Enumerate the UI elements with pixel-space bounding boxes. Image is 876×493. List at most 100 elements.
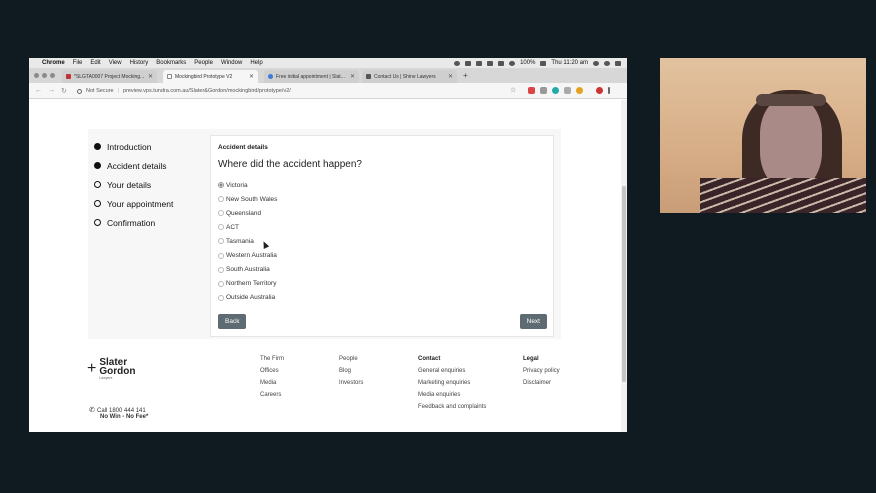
option-western-australia[interactable]: Western Australia xyxy=(218,248,277,262)
radio-button[interactable] xyxy=(218,294,224,301)
address-bar: ← → ↻ Not Secure | preview.vps.tundra.co… xyxy=(29,83,627,99)
profile-avatar[interactable] xyxy=(596,87,603,94)
clock[interactable]: Thu 11:20 am xyxy=(551,60,588,66)
close-tab-icon[interactable]: ✕ xyxy=(249,73,254,80)
footer-link-careers[interactable]: Careers xyxy=(260,392,284,404)
reload-icon[interactable]: ↻ xyxy=(61,87,67,95)
extension-red-icon[interactable] xyxy=(528,87,535,94)
info-icon[interactable] xyxy=(77,88,82,94)
option-label: Northern Territory xyxy=(226,280,277,288)
tab-project-mockingbird[interactable]: *SLGTA0007 Project Mocking... ✕ xyxy=(62,70,157,83)
zoom-window-button[interactable] xyxy=(50,73,55,78)
radio-button[interactable] xyxy=(218,196,224,203)
footer-link-media-enquiries[interactable]: Media enquiries xyxy=(418,392,486,404)
scrollbar-thumb[interactable] xyxy=(622,186,626,382)
option-act[interactable]: ACT xyxy=(218,220,277,234)
menu-bookmarks[interactable]: Bookmarks xyxy=(156,60,186,66)
option-label: New South Wales xyxy=(226,195,278,203)
footer-link-offices[interactable]: Offices xyxy=(260,368,284,380)
no-win-no-fee: No Win - No Fee* xyxy=(100,414,149,420)
status-area: 100% Thu 11:20 am xyxy=(454,58,621,68)
search-icon[interactable] xyxy=(593,60,599,66)
option-victoria[interactable]: Victoria xyxy=(218,178,277,192)
option-new-south-wales[interactable]: New South Wales xyxy=(218,192,277,206)
step-accident-details: Accident details xyxy=(94,156,173,175)
next-button[interactable]: Next xyxy=(519,314,547,329)
battery-icon[interactable] xyxy=(540,60,547,66)
footer-link-feedback[interactable]: Feedback and complaints xyxy=(418,404,486,416)
back-arrow-icon[interactable]: ← xyxy=(35,87,42,94)
radio-button[interactable] xyxy=(218,266,224,273)
extension-yellow-icon[interactable] xyxy=(576,87,583,94)
airplay-icon[interactable] xyxy=(487,60,494,66)
upload-icon[interactable] xyxy=(476,60,483,66)
list-icon[interactable] xyxy=(615,60,621,66)
slater-gordon-logo[interactable]: + Slater Gordon Lawyers xyxy=(87,358,136,381)
close-tab-icon[interactable]: ✕ xyxy=(148,73,153,80)
step-label: Confirmation xyxy=(107,217,156,228)
bookmark-star-icon[interactable]: ☆ xyxy=(510,86,516,94)
menu-view[interactable]: View xyxy=(109,60,122,66)
menu-history[interactable]: History xyxy=(130,60,149,66)
footer-link-disclaimer[interactable]: Disclaimer xyxy=(523,380,560,392)
tab-label: Free initial appointment | Slat... xyxy=(276,73,345,80)
url-field[interactable]: Not Secure | preview.vps.tundra.com.au/S… xyxy=(77,86,527,96)
menu-people[interactable]: People xyxy=(194,60,213,66)
tab-shine-lawyers[interactable]: Contact Us | Shine Lawyers ✕ xyxy=(362,70,457,83)
new-tab-button[interactable]: + xyxy=(463,71,468,80)
footer-heading-legal: Legal xyxy=(523,356,539,362)
footer-col-people: People Blog Investors xyxy=(339,356,363,392)
minimize-window-button[interactable] xyxy=(42,73,47,78)
option-outside-australia[interactable]: Outside Australia xyxy=(218,291,277,305)
footer-link-the-firm[interactable]: The Firm xyxy=(260,356,284,368)
menu-chrome[interactable]: Chrome xyxy=(42,60,65,66)
footer-link-privacy-policy[interactable]: Privacy policy xyxy=(523,368,560,380)
extension-camera-icon[interactable] xyxy=(564,87,571,94)
menu-file[interactable]: File xyxy=(73,60,83,66)
footer-col-firm: The Firm Offices Media Careers xyxy=(260,356,284,404)
step-label: Accident details xyxy=(107,160,167,171)
footer-phone[interactable]: ✆ Call 1800 444 141 No Win - No Fee* xyxy=(89,406,148,420)
menu-help[interactable]: Help xyxy=(250,60,262,66)
tab-free-appointment[interactable]: Free initial appointment | Slat... ✕ xyxy=(264,70,359,83)
footer-link-investors[interactable]: Investors xyxy=(339,380,363,392)
back-button[interactable]: Back xyxy=(218,314,247,329)
radio-button[interactable] xyxy=(218,280,224,287)
tab-label: Contact Us | Shine Lawyers xyxy=(374,73,436,80)
extension-gray-icon[interactable] xyxy=(540,87,547,94)
radio-button[interactable] xyxy=(218,224,224,231)
step-confirmation: Confirmation xyxy=(94,213,173,232)
radio-button[interactable] xyxy=(218,182,224,189)
footer-link-media[interactable]: Media xyxy=(260,380,284,392)
bluetooth-icon[interactable] xyxy=(498,60,505,66)
tab-prototype-v2[interactable]: Mockingbird Prototype V2 ✕ xyxy=(163,70,258,83)
user-icon[interactable] xyxy=(604,60,610,66)
step-your-details: Your details xyxy=(94,175,173,194)
footer-link-blog[interactable]: Blog xyxy=(339,368,363,380)
footer-link-marketing-enquiries[interactable]: Marketing enquiries xyxy=(418,380,486,392)
close-tab-icon[interactable]: ✕ xyxy=(350,73,355,80)
close-window-button[interactable] xyxy=(34,73,39,78)
logo-line2: Gordon xyxy=(99,366,136,377)
step-label: Your details xyxy=(107,179,152,190)
browser-menu-icon[interactable] xyxy=(608,87,610,94)
mic-icon[interactable] xyxy=(454,60,461,66)
page-scrollbar[interactable] xyxy=(621,100,627,432)
footer-link-people[interactable]: People xyxy=(339,356,363,368)
option-south-australia[interactable]: South Australia xyxy=(218,263,277,277)
radio-button[interactable] xyxy=(218,238,224,245)
forward-arrow-icon[interactable]: → xyxy=(48,87,55,94)
menu-edit[interactable]: Edit xyxy=(90,60,100,66)
option-queensland[interactable]: Queensland xyxy=(218,206,277,220)
option-northern-territory[interactable]: Northern Territory xyxy=(218,277,277,291)
close-tab-icon[interactable]: ✕ xyxy=(448,73,453,80)
wifi-icon[interactable] xyxy=(509,60,516,66)
radio-button[interactable] xyxy=(218,252,224,259)
web-page: Introduction Accident details Your detai… xyxy=(29,100,621,432)
step-label: Your appointment xyxy=(107,198,174,209)
cloud-icon[interactable] xyxy=(465,60,472,66)
radio-button[interactable] xyxy=(218,210,224,217)
extension-teal-icon[interactable] xyxy=(552,87,559,94)
menu-window[interactable]: Window xyxy=(221,60,242,66)
footer-link-general-enquiries[interactable]: General enquiries xyxy=(418,368,486,380)
